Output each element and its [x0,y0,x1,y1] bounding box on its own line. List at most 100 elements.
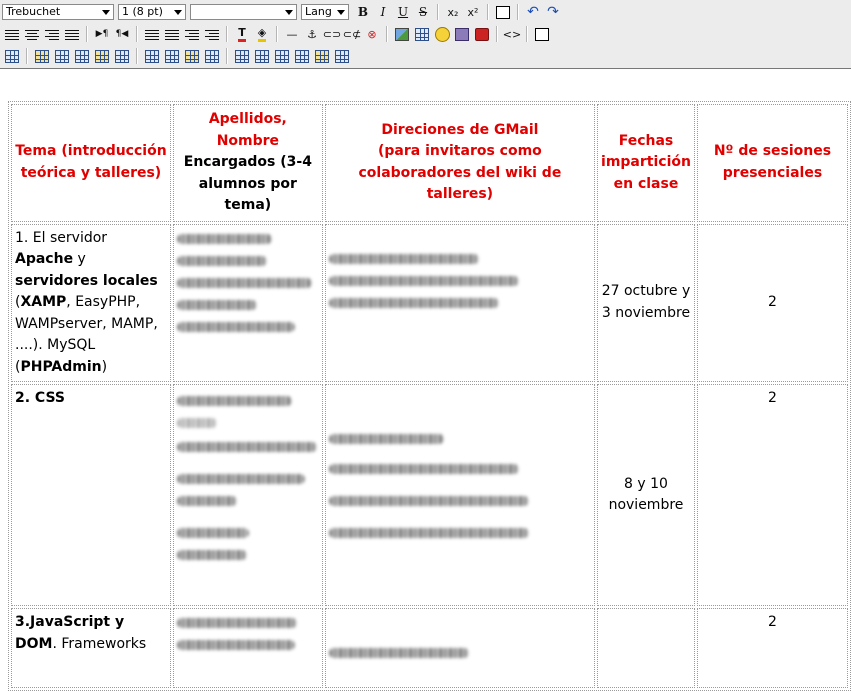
header-fechas[interactable]: Fechas impartición en clase [597,104,695,222]
cell-fechas[interactable]: 27 octubre y 3 noviembre [597,223,695,382]
underline-label: U [397,5,409,19]
cell-gmail[interactable] [324,223,596,382]
strikethrough-button[interactable]: S [413,2,433,22]
delete-cell-icon [295,49,309,63]
insert-cell-after-button[interactable] [272,46,292,66]
insert-char-button[interactable] [452,24,472,44]
background-color-button[interactable]: ◈ [252,24,272,44]
unordered-list-icon [165,27,179,41]
align-left-button[interactable] [2,24,22,44]
indent-button[interactable] [202,24,222,44]
split-cells-button[interactable] [332,46,352,66]
rtl-icon: ¶◀ [115,29,129,39]
delete-row-button[interactable] [92,46,112,66]
insert-col-after-button[interactable] [162,46,182,66]
bold-button[interactable]: B [353,2,373,22]
insert-link-button[interactable]: ⊂⊃ [322,24,342,44]
unordered-list-button[interactable] [162,24,182,44]
justify-button[interactable] [62,24,82,44]
subscript-button[interactable]: x₂ [443,2,463,22]
cell-fechas[interactable]: 8 y 10 noviembre [597,384,695,606]
toolbar-divider [526,26,528,42]
italic-label: I [380,5,386,19]
anchor-button[interactable]: ⚓ [302,24,322,44]
cell-tema[interactable]: 3.JavaScript y DOM. Frameworks [11,608,171,688]
row-props-button[interactable] [32,46,52,66]
sessions-table[interactable]: Tema (introducción teórica y talleres) A… [8,101,851,691]
outdent-button[interactable] [182,24,202,44]
header-tema[interactable]: Tema (introducción teórica y talleres) [11,104,171,222]
align-center-button[interactable] [22,24,42,44]
merge-cells-button[interactable] [312,46,332,66]
heading-select[interactable] [190,4,297,20]
cell-gmail[interactable] [324,384,596,606]
cell-sesiones[interactable]: 2 [696,608,848,688]
chevron-down-icon [174,10,182,15]
tema-text: 1. El servidor [15,229,108,246]
rtl-button[interactable]: ¶◀ [112,24,132,44]
insert-cell-before-button[interactable] [252,46,272,66]
insert-table-button[interactable] [412,24,432,44]
unlink-button[interactable]: ⊂⊄ [342,24,362,44]
table-header-row: Tema (introducción teórica y talleres) A… [11,104,848,222]
insert-col-before-button[interactable] [142,46,162,66]
font-family-select[interactable]: Trebuchet [2,4,114,20]
tema-bold: 2. CSS [15,390,66,406]
cell-tema[interactable]: 1. El servidor Apache y servidores local… [11,223,171,382]
redacted-text [176,233,272,244]
redacted-text [328,464,519,474]
insert-smiley-button[interactable] [432,24,452,44]
fullscreen-button[interactable] [532,24,552,44]
underline-button[interactable]: U [393,2,413,22]
cell-fechas[interactable] [597,608,695,688]
editor-content-area[interactable]: Tema (introducción teórica y talleres) A… [0,69,851,691]
outdent-icon [185,27,199,41]
delete-col-button[interactable] [182,46,202,66]
html-source-button[interactable]: <> [502,24,522,44]
nolink-button[interactable]: ⊗ [362,24,382,44]
ordered-list-button[interactable] [142,24,162,44]
lang-select[interactable]: Lang [301,4,349,20]
bold-label: B [357,5,369,19]
undo-button[interactable]: ↶ [523,2,543,22]
superscript-button[interactable]: x² [463,2,483,22]
header-fechas-text: Fechas impartición en clase [601,132,691,192]
redo-button[interactable]: ↷ [543,2,563,22]
redacted-text [176,255,267,266]
search-replace-button[interactable] [472,24,492,44]
split-col-button[interactable] [202,46,222,66]
cell-tema[interactable]: 2. CSS [11,384,171,606]
split-row-icon [115,49,129,63]
cell-props-button[interactable] [232,46,252,66]
cell-gmail[interactable] [324,608,596,688]
font-size-select[interactable]: 1 (8 pt) [118,4,186,20]
header-sesiones[interactable]: Nº de sesiones presenciales [696,104,848,222]
insert-row-after-button[interactable] [72,46,92,66]
cell-apellidos[interactable] [172,608,323,688]
table-props-button[interactable] [2,46,22,66]
toolbar-row-2: ▶¶ ¶◀ T ◈ — ⚓ ⊂⊃ ⊂⊄ ⊗ <> [2,23,552,45]
split-row-button[interactable] [112,46,132,66]
italic-button[interactable]: I [373,2,393,22]
redacted-text [176,640,295,650]
fullscreen-icon [535,27,549,41]
redo-icon: ↷ [547,4,559,20]
clean-word-button[interactable] [493,2,513,22]
cell-apellidos[interactable] [172,384,323,606]
align-right-button[interactable] [42,24,62,44]
horizontal-rule-icon: — [286,27,298,41]
ordered-list-icon [145,27,159,41]
text-color-button[interactable]: T [232,24,252,44]
header-apellidos[interactable]: Apellidos, Nombre Encargados (3-4 alumno… [172,104,323,222]
cell-sesiones[interactable]: 2 [696,223,848,382]
horizontal-rule-button[interactable]: — [282,24,302,44]
delete-cell-button[interactable] [292,46,312,66]
insert-row-before-button[interactable] [52,46,72,66]
header-gmail[interactable]: Direciones de GMail (para invitaros como… [324,104,596,222]
ltr-button[interactable]: ▶¶ [92,24,112,44]
insert-image-button[interactable] [392,24,412,44]
cell-sesiones[interactable]: 2 [696,384,848,606]
nolink-icon: ⊗ [367,27,377,41]
sesiones-text: 2 [768,390,777,406]
cell-apellidos[interactable] [172,223,323,382]
